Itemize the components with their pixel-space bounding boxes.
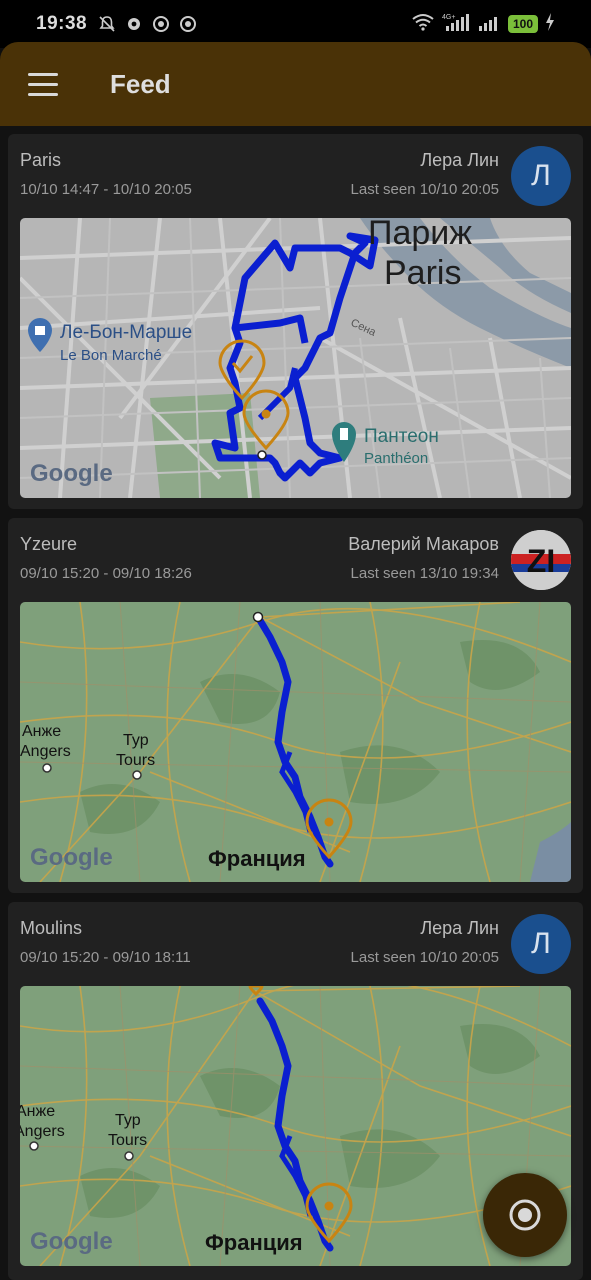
cell-signal-2-icon [478,12,501,37]
feed-card-yzeure[interactable]: Yzeure 09/10 15:20 - 09/10 18:26 Валерий… [8,518,583,893]
google-logo: Google [30,1228,113,1255]
avatar[interactable]: Л [511,914,571,974]
menu-icon[interactable] [28,69,58,99]
card-time-range: 09/10 15:20 - 09/10 18:26 [20,565,192,582]
wifi-icon [411,13,435,36]
status-bar: 19:38 4G+ 100 [0,0,591,48]
sync-icon [151,14,171,34]
map-label-city-ru: Париж [368,218,472,252]
feed-card-paris[interactable]: Paris 10/10 14:47 - 10/10 20:05 Лера Лин… [8,134,583,509]
card-user-name: Лера Лин [420,918,499,938]
location-target-icon [509,1199,541,1231]
map-label-city1-en: Angers [20,743,71,760]
map-label-city2-en: Tours [108,1132,147,1149]
map-label-city2-ru: Тур [115,1112,141,1129]
card-place: Paris [20,150,62,170]
battery-indicator: 100 [507,15,538,33]
map-label-poi1-en: Le Bon Marché [60,347,162,364]
card-last-seen: Last seen 10/10 20:05 [350,181,499,198]
map-label-city1-en: Angers [20,1123,65,1140]
avatar[interactable]: Л [511,146,571,206]
map-label-poi1-ru: Ле-Бон-Марше [60,322,192,343]
feed-list: Paris 10/10 14:47 - 10/10 20:05 Лера Лин… [0,126,591,1280]
card-user-name: Валерий Макаров [348,534,499,554]
app-bar: Feed [0,42,591,126]
route-map[interactable]: Париж Paris Ле-Бон-Марше Le Bon Marché П… [20,218,571,498]
card-place: Moulins [20,918,83,938]
map-label-poi2-en: Panthéon [364,450,428,467]
card-time-range: 09/10 15:20 - 09/10 18:11 [20,949,191,966]
cell-signal-icon: 4G+ [442,12,472,37]
status-right-icons: 4G+ 100 [411,12,555,37]
map-label-poi2-ru: Пантеон [364,426,439,447]
card-time-range: 10/10 14:47 - 10/10 20:05 [20,181,192,198]
card-last-seen: Last seen 13/10 19:34 [350,565,499,582]
google-logo: Google [30,844,113,871]
settings-gear-icon [124,14,144,34]
page-title: Feed [110,68,171,99]
charging-icon [545,12,555,36]
card-last-seen: Last seen 10/10 20:05 [350,949,499,966]
status-left-icons [97,14,198,34]
avatar-text: ZI [527,543,555,579]
map-label-city1-ru: Анже [20,1103,55,1120]
sync-icon-2 [178,14,198,34]
mute-notifications-icon [97,14,117,34]
location-target-fab[interactable] [483,1173,567,1257]
map-label-country: Франция [208,846,306,871]
status-time: 19:38 [36,13,88,34]
avatar[interactable]: ZI [511,530,571,590]
map-label-city2-ru: Тур [123,732,149,749]
google-logo: Google [30,460,113,487]
map-label-city-en: Paris [384,254,461,292]
route-map[interactable]: Анже Angers Тур Tours Франция Google [20,602,571,882]
map-label-country: Франция [205,1230,303,1255]
map-label-city1-ru: Анже [22,723,61,740]
map-label-city2-en: Tours [116,752,155,769]
card-place: Yzeure [20,534,78,554]
svg-text:4G+: 4G+ [442,14,455,21]
card-user-name: Лера Лин [420,150,499,170]
